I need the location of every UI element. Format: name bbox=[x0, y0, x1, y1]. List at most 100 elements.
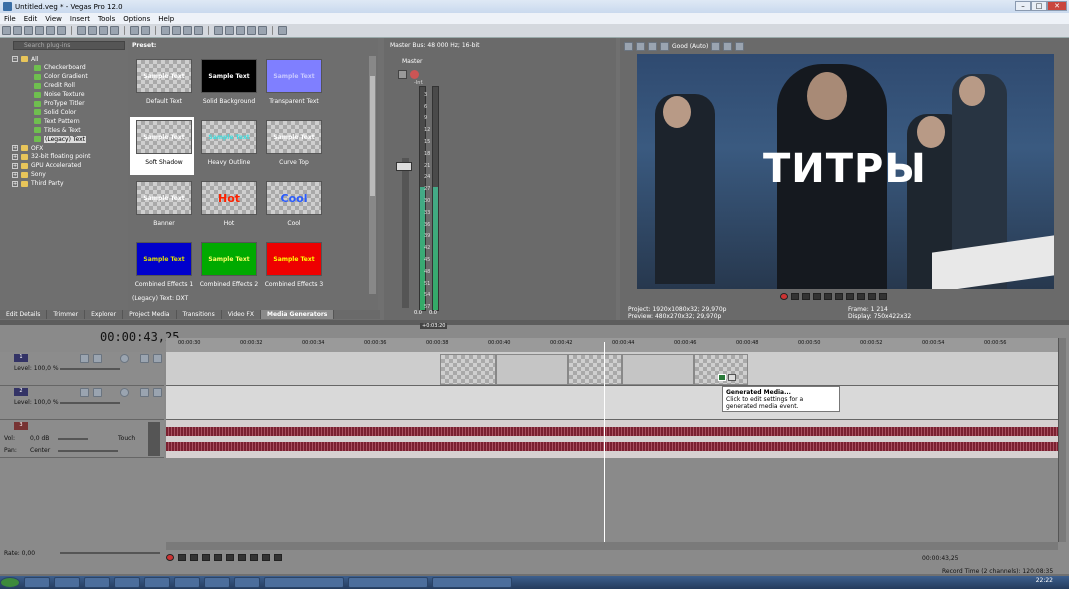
close-button[interactable]: ✕ bbox=[1047, 1, 1067, 11]
save-snapshot-icon[interactable] bbox=[735, 41, 745, 51]
expand-icon[interactable]: + bbox=[12, 162, 18, 169]
tree-item[interactable]: Noise Texture bbox=[34, 91, 85, 99]
overlays-icon[interactable] bbox=[711, 41, 721, 51]
cut-icon[interactable] bbox=[77, 26, 86, 35]
mute-icon[interactable] bbox=[140, 388, 149, 397]
generated-media-clip[interactable] bbox=[622, 354, 694, 385]
tree-item[interactable]: Checkerboard bbox=[34, 64, 86, 72]
next-frame-icon[interactable] bbox=[879, 293, 887, 300]
preview-quality-select[interactable]: Good (Auto) bbox=[672, 43, 708, 50]
expand-icon[interactable]: + bbox=[12, 171, 18, 178]
tree-item[interactable]: + GPU Accelerated bbox=[12, 162, 81, 170]
external-monitor-icon[interactable] bbox=[636, 41, 645, 51]
timeline-ruler[interactable]: 00:00:30 00:00:32 00:00:34 00:00:36 00:00:38… bbox=[166, 338, 1058, 352]
playhead-cursor[interactable] bbox=[604, 342, 605, 542]
motion-icon[interactable] bbox=[80, 388, 89, 397]
paste-icon[interactable] bbox=[99, 26, 108, 35]
ignore-grouping-icon[interactable] bbox=[258, 26, 267, 35]
go-to-end-icon[interactable] bbox=[857, 293, 865, 300]
preset-item[interactable]: Sample Text Transparent Text bbox=[260, 56, 324, 114]
ripple-edit-icon[interactable] bbox=[236, 26, 245, 35]
generated-media-clip[interactable] bbox=[568, 354, 622, 385]
empty-track-space[interactable] bbox=[166, 458, 1058, 542]
tree-item[interactable]: (Legacy) Text bbox=[34, 135, 86, 143]
search-plugins-input[interactable]: Search plug-ins bbox=[13, 41, 125, 50]
envelope-tool-icon[interactable] bbox=[172, 26, 181, 35]
tree-item[interactable]: ProType Titler bbox=[34, 100, 85, 108]
expand-icon[interactable]: + bbox=[12, 145, 18, 151]
start-button[interactable] bbox=[0, 577, 20, 588]
generated-media-clip[interactable] bbox=[440, 354, 496, 385]
collapse-icon[interactable]: − bbox=[12, 56, 18, 62]
save-as-icon[interactable] bbox=[35, 26, 44, 35]
master-fx-icon[interactable] bbox=[410, 70, 419, 79]
preset-item[interactable]: Sample Text Banner bbox=[130, 178, 194, 236]
save-icon[interactable] bbox=[24, 26, 33, 35]
lock-envelopes-icon[interactable] bbox=[247, 26, 256, 35]
menu-file[interactable]: File bbox=[0, 15, 20, 23]
copy-snapshot-icon[interactable] bbox=[723, 41, 733, 51]
pause-icon[interactable] bbox=[214, 554, 222, 561]
master-fader-handle[interactable] bbox=[396, 162, 412, 171]
split-screen-icon[interactable] bbox=[660, 41, 669, 51]
new-icon[interactable] bbox=[2, 26, 11, 35]
timeline-hscroll[interactable] bbox=[166, 542, 1058, 550]
preset-item[interactable]: Sample Text Combined Effects 3 bbox=[260, 239, 324, 297]
menu-insert[interactable]: Insert bbox=[66, 15, 94, 23]
preset-item[interactable]: Hot Hot bbox=[195, 178, 259, 236]
tab-video-fx[interactable]: Video FX bbox=[222, 310, 261, 319]
menu-edit[interactable]: Edit bbox=[20, 15, 42, 23]
pan-slider[interactable] bbox=[58, 450, 118, 452]
minimize-button[interactable]: – bbox=[1015, 1, 1031, 11]
video-fx-icon[interactable] bbox=[648, 41, 657, 51]
taskbar-app[interactable] bbox=[114, 577, 140, 588]
tab-trimmer[interactable]: Trimmer bbox=[47, 310, 86, 319]
go-to-end-icon[interactable] bbox=[250, 554, 258, 561]
tree-item[interactable]: + Sony bbox=[12, 171, 46, 179]
tree-item[interactable]: Color Gradient bbox=[34, 73, 88, 81]
menu-help[interactable]: Help bbox=[154, 15, 178, 23]
taskbar-window[interactable] bbox=[348, 577, 428, 588]
taskbar-app[interactable] bbox=[144, 577, 170, 588]
play-icon[interactable] bbox=[813, 293, 821, 300]
menu-tools[interactable]: Tools bbox=[94, 15, 119, 23]
zoom-tool-icon[interactable] bbox=[194, 26, 203, 35]
normal-edit-tool-icon[interactable] bbox=[161, 26, 170, 35]
render-icon[interactable] bbox=[46, 26, 55, 35]
go-to-start-icon[interactable] bbox=[846, 293, 854, 300]
record-icon[interactable] bbox=[780, 293, 788, 300]
tree-item[interactable]: Titles & Text bbox=[34, 126, 81, 134]
event-fx-icon[interactable] bbox=[728, 374, 736, 381]
video-track-2[interactable] bbox=[166, 386, 1058, 420]
taskbar-app[interactable] bbox=[84, 577, 110, 588]
preset-item[interactable]: Sample Text Heavy Outline bbox=[195, 117, 259, 175]
taskbar-window[interactable] bbox=[264, 577, 344, 588]
compositing-mode-icon[interactable] bbox=[120, 354, 129, 363]
tree-item[interactable]: − All bbox=[12, 55, 38, 63]
preset-item[interactable]: Sample Text Combined Effects 2 bbox=[195, 239, 259, 297]
pause-icon[interactable] bbox=[824, 293, 832, 300]
solo-icon[interactable] bbox=[153, 354, 162, 363]
automation-mode[interactable]: Touch bbox=[118, 435, 135, 442]
prev-frame-icon[interactable] bbox=[262, 554, 270, 561]
generated-media-clip[interactable] bbox=[496, 354, 568, 385]
taskbar-window-vegas[interactable] bbox=[432, 577, 512, 588]
tree-item[interactable]: Text Pattern bbox=[34, 117, 80, 125]
record-icon[interactable] bbox=[166, 554, 174, 561]
taskbar-app[interactable] bbox=[54, 577, 80, 588]
mute-icon[interactable] bbox=[140, 354, 149, 363]
compositing-mode-icon[interactable] bbox=[120, 388, 129, 397]
preset-item[interactable]: Sample Text Soft Shadow bbox=[130, 117, 194, 175]
level-slider[interactable] bbox=[60, 402, 120, 404]
tree-item[interactable]: + Third Party bbox=[12, 180, 64, 188]
tree-item[interactable]: + OFX bbox=[12, 144, 43, 152]
copy-icon[interactable] bbox=[88, 26, 97, 35]
expand-icon[interactable]: + bbox=[12, 153, 18, 160]
auto-crossfade-icon[interactable] bbox=[225, 26, 234, 35]
tab-media-generators[interactable]: Media Generators bbox=[260, 310, 335, 319]
loop-icon[interactable] bbox=[791, 293, 799, 300]
delete-icon[interactable] bbox=[110, 26, 119, 35]
tab-transitions[interactable]: Transitions bbox=[177, 310, 222, 319]
track-header-video-2[interactable]: 2 Level: 100,0 % bbox=[0, 386, 164, 420]
level-slider[interactable] bbox=[60, 368, 120, 370]
